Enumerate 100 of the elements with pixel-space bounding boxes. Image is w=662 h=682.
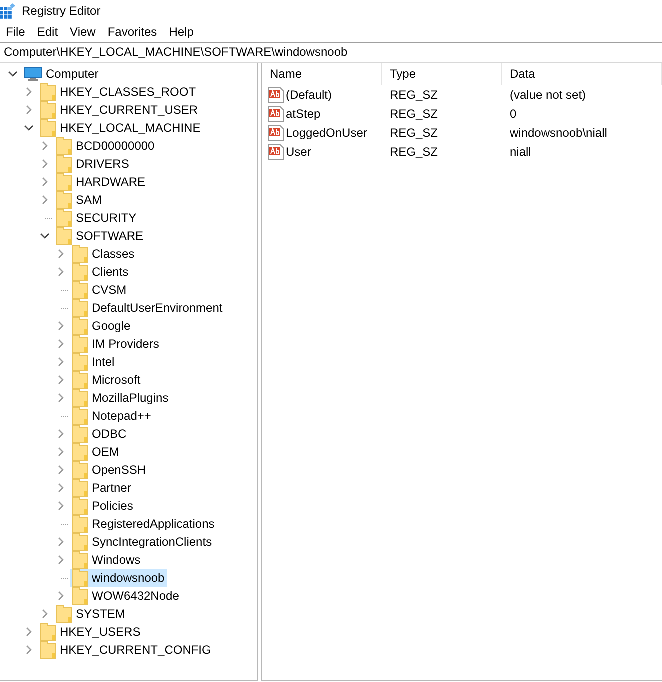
chevron-right-icon[interactable] (58, 537, 64, 547)
menu-item[interactable]: Edit (31, 22, 64, 42)
string-value-icon (268, 144, 284, 160)
folder-icon (72, 353, 88, 371)
tree-item[interactable]: HARDWARE (54, 173, 148, 191)
tree-item[interactable]: ODBC (70, 425, 129, 443)
tree-item[interactable]: SyncIntegrationClients (70, 533, 214, 551)
folder-icon (40, 623, 56, 641)
tree-item[interactable]: Partner (70, 479, 134, 497)
tree-item[interactable]: HKEY_USERS (38, 623, 143, 641)
tree-item[interactable]: windowsnoob (70, 569, 167, 587)
tree-item[interactable]: Clients (70, 263, 131, 281)
chevron-right-icon[interactable] (42, 195, 48, 205)
column-header[interactable]: Type (382, 63, 502, 85)
chevron-down-icon[interactable] (24, 125, 34, 131)
chevron-down-icon[interactable] (40, 233, 50, 239)
chevron-right-icon[interactable] (42, 609, 48, 619)
folder-icon (72, 569, 88, 587)
folder-icon (40, 101, 56, 119)
folder-icon (72, 587, 88, 605)
chevron-right-icon[interactable] (58, 339, 64, 349)
value-name: User (286, 144, 312, 158)
chevron-right-icon[interactable] (58, 591, 64, 601)
tree-item[interactable]: IM Providers (70, 335, 162, 353)
chevron-right-icon[interactable] (58, 465, 64, 475)
tree-item[interactable]: Classes (70, 245, 137, 263)
column-header[interactable]: Name (262, 63, 382, 85)
menu-item[interactable]: Help (163, 22, 200, 42)
tree-item[interactable]: Notepad++ (70, 407, 154, 425)
tree-item[interactable]: DefaultUserEnvironment (70, 299, 225, 317)
folder-icon (72, 515, 88, 533)
address-bar[interactable]: Computer\HKEY_LOCAL_MACHINE\SOFTWARE\windowsnoob (0, 42, 662, 63)
value-type: REG_SZ (390, 126, 438, 140)
folder-icon (72, 317, 88, 335)
chevron-right-icon[interactable] (58, 501, 64, 511)
folder-icon (56, 227, 72, 245)
tree-item[interactable]: RegisteredApplications (70, 515, 217, 533)
chevron-right-icon[interactable] (58, 447, 64, 457)
folder-icon (72, 407, 88, 425)
folder-icon (72, 425, 88, 443)
string-value-icon (268, 124, 284, 140)
chevron-right-icon[interactable] (58, 375, 64, 385)
chevron-down-icon[interactable] (8, 71, 18, 77)
tree-item[interactable]: Windows (70, 551, 143, 569)
value-data: 0 (510, 106, 517, 120)
chevron-right-icon[interactable] (58, 483, 64, 493)
chevron-right-icon[interactable] (58, 393, 64, 403)
tree-item[interactable]: Microsoft (70, 371, 143, 389)
tree-item[interactable]: BCD00000000 (54, 137, 157, 155)
chevron-right-icon[interactable] (58, 321, 64, 331)
chevron-right-icon[interactable] (58, 267, 64, 277)
registry-editor-icon (0, 3, 16, 19)
chevron-right-icon[interactable] (42, 159, 48, 169)
folder-icon (72, 551, 88, 569)
chevron-right-icon[interactable] (58, 429, 64, 439)
folder-icon (72, 479, 88, 497)
tree-item[interactable]: Intel (70, 353, 117, 371)
tree-item[interactable]: Google (70, 317, 133, 335)
value-type: REG_SZ (390, 88, 438, 102)
menu-item[interactable]: Favorites (102, 22, 164, 42)
tree-item[interactable]: WOW6432Node (70, 587, 182, 605)
column-header[interactable]: Data (502, 63, 662, 85)
tree-item[interactable]: CVSM (70, 281, 129, 299)
chevron-right-icon[interactable] (42, 141, 48, 151)
tree-item[interactable]: SECURITY (54, 209, 139, 227)
menu-item[interactable]: File (0, 22, 32, 42)
folder-icon (56, 191, 72, 209)
tree-item[interactable]: Policies (70, 497, 136, 515)
folder-icon (40, 641, 56, 659)
folder-icon (56, 605, 72, 623)
tree-item[interactable]: Computer (22, 65, 101, 83)
tree-item[interactable]: SOFTWARE (54, 227, 146, 245)
chevron-right-icon[interactable] (58, 357, 64, 367)
tree-item[interactable]: HKEY_CLASSES_ROOT (38, 83, 198, 101)
chevron-right-icon[interactable] (26, 645, 32, 655)
tree-item[interactable]: HKEY_CURRENT_USER (38, 101, 200, 119)
tree-item[interactable]: HKEY_CURRENT_CONFIG (38, 641, 214, 659)
folder-icon (56, 137, 72, 155)
chevron-right-icon[interactable] (26, 105, 32, 115)
value-name: atStep (286, 106, 321, 120)
chevron-right-icon[interactable] (58, 249, 64, 259)
folder-icon (72, 497, 88, 515)
string-value-icon (268, 86, 284, 102)
tree-item[interactable]: MozillaPlugins (70, 389, 171, 407)
value-data: niall (510, 144, 532, 158)
chevron-right-icon[interactable] (42, 177, 48, 187)
tree-item[interactable]: DRIVERS (54, 155, 132, 173)
chevron-right-icon[interactable] (26, 87, 32, 97)
folder-icon (56, 155, 72, 173)
folder-icon (72, 263, 88, 281)
tree-item[interactable]: HKEY_LOCAL_MACHINE (38, 119, 203, 137)
chevron-right-icon[interactable] (58, 555, 64, 565)
tree-item[interactable]: SAM (54, 191, 104, 209)
folder-icon (72, 389, 88, 407)
menu-item[interactable]: View (64, 22, 102, 42)
chevron-right-icon[interactable] (26, 627, 32, 637)
tree-item[interactable]: SYSTEM (54, 605, 128, 623)
tree-item[interactable]: OpenSSH (70, 461, 148, 479)
folder-icon (72, 299, 88, 317)
tree-item[interactable]: OEM (70, 443, 122, 461)
